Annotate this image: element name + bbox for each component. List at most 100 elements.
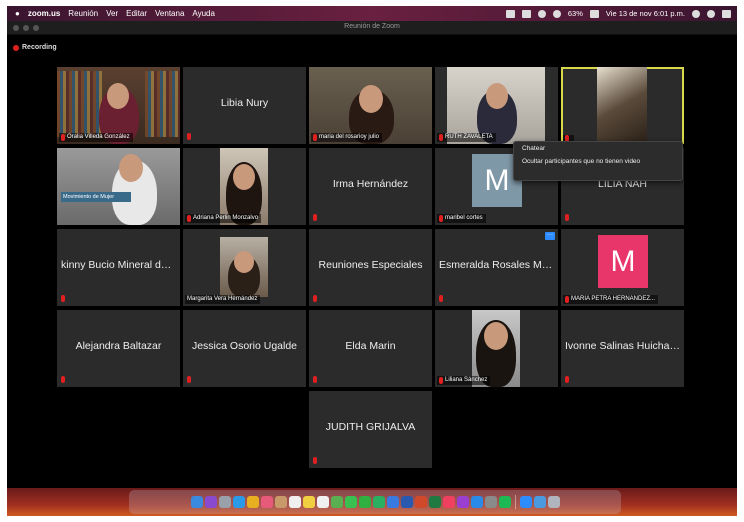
mic-muted-icon [565,296,569,303]
participant-display-name: Alejandra Baltazar [75,340,162,352]
menu-ver[interactable]: Ver [106,9,118,18]
notification-center-icon[interactable] [722,9,731,18]
participant-tile[interactable]: Adriana Perlin Monzalvo [183,148,306,225]
reminders-icon[interactable] [316,496,329,508]
participant-name: Adriana Perlin Monzalvo [193,215,259,221]
participant-display-name: Irma Hernández [332,178,409,190]
menu-ayuda[interactable]: Ayuda [192,9,215,18]
menu-item-chat[interactable]: Chatear [514,142,682,155]
menu-editar[interactable]: Editar [126,9,147,18]
mic-muted-icon [61,295,65,302]
wifi-icon[interactable] [552,9,561,18]
window-title-bar: Reunión de Zoom [7,21,737,35]
mic-muted-icon [439,215,443,222]
calendar-icon[interactable] [288,496,301,508]
clock[interactable]: Vie 13 de nov 6:01 p.m. [606,9,685,18]
mic-muted-icon [313,457,317,464]
participant-tile[interactable]: Irma Hernández [309,148,432,225]
mic-muted-icon [565,214,569,221]
participant-tile[interactable]: maria del rosarioy julio [309,67,432,144]
keynote-icon[interactable] [386,496,399,508]
participant-tile[interactable]: RUTH ZAVALETA [435,67,558,144]
mic-muted-icon [313,376,317,383]
contacts-icon[interactable] [274,496,287,508]
facetime-icon[interactable] [358,496,371,508]
spotlight-search-icon[interactable] [692,9,700,18]
participant-name-label: Adriana Perlin Monzalvo [185,214,262,223]
recording-label: Recording [22,44,57,51]
downloads-folder-icon[interactable] [533,496,546,508]
participant-tile[interactable]: M MARIA PETRA HERNANDEZ... [561,229,684,306]
battery-percent[interactable]: 63% [568,9,583,18]
maps-icon[interactable] [330,496,343,508]
avatar-initial: M [484,163,510,197]
mic-muted-icon [313,295,317,302]
mic-muted-icon [187,376,191,383]
participant-video [220,237,268,297]
bluetooth-icon[interactable] [537,9,546,18]
participant-tile[interactable]: Ivonne Salinas Huichap... [561,310,684,387]
menu-ventana[interactable]: Ventana [155,9,184,18]
mic-muted-icon [187,215,191,222]
chrome-icon[interactable] [246,496,259,508]
trash-icon[interactable] [547,496,560,508]
participant-tile[interactable]: Libia Nury [183,67,306,144]
participant-display-name: Libia Nury [220,97,269,109]
dock [129,490,621,514]
participant-tile[interactable]: ··· Esmeralda Rosales Min... [435,229,558,306]
powerpoint-icon[interactable] [414,496,427,508]
airplay-icon[interactable] [521,9,531,18]
participant-tile[interactable]: Liliana Sánchez [435,310,558,387]
zoom-dock-icon[interactable] [519,496,532,508]
participant-tile[interactable]: Elda Marin [309,310,432,387]
participant-tile[interactable]: Reuniones Especiales [309,229,432,306]
menu-reunion[interactable]: Reunión [68,9,98,18]
app-store-icon[interactable] [470,496,483,508]
excel-icon[interactable] [428,496,441,508]
podcasts-icon[interactable] [456,496,469,508]
zoom-status-icon[interactable] [505,9,515,18]
mic-muted-icon [313,214,317,221]
participant-name-label: Margarita Vera Hernández [185,295,261,304]
recording-dot-icon [13,44,19,51]
participant-tile[interactable]: Jessica Osorio Ugalde [183,310,306,387]
numbers-icon[interactable] [372,496,385,508]
system-preferences-icon[interactable] [484,496,497,508]
notes-icon[interactable] [302,496,315,508]
mic-muted-icon [439,377,443,384]
safari-icon[interactable] [232,496,245,508]
participant-name: Oralia Villeda González [67,134,130,140]
menu-bar: ● zoom.us Reunión Ver Editar Ventana Ayu… [7,6,737,21]
participant-tile[interactable]: Oralia Villeda González [57,67,180,144]
messages-icon[interactable] [344,496,357,508]
battery-icon[interactable] [589,9,599,18]
finder-icon[interactable] [190,496,203,508]
more-options-icon[interactable]: ··· [545,232,555,240]
participant-tile[interactable]: Alejandra Baltazar [57,310,180,387]
recording-indicator[interactable]: Recording [13,44,57,51]
participant-tile-active-speaker[interactable] [561,67,684,144]
participant-name: MARIA PETRA HERNANDEZ... [571,296,656,302]
photos-icon[interactable] [260,496,273,508]
participant-context-menu: Chatear Ocultar participantes que no tie… [513,141,683,181]
participant-name: maribel cortes [445,215,483,221]
participant-display-name: Esmeralda Rosales Min... [439,259,554,271]
participant-video [597,67,647,144]
spotify-icon[interactable] [498,496,511,508]
participant-tile[interactable]: Movimiento de Mujer [57,148,180,225]
word-icon[interactable] [400,496,413,508]
siri-icon[interactable] [707,9,715,18]
window-title: Reunión de Zoom [344,23,400,30]
menu-item-hide-non-video[interactable]: Ocultar participantes que no tienen vide… [514,155,682,168]
launchpad-icon[interactable] [218,496,231,508]
participant-name: Margarita Vera Hernández [187,296,258,302]
mic-muted-icon [187,133,191,140]
participant-tile[interactable]: JUDITH GRIJALVA [309,391,432,468]
mic-muted-icon [61,134,65,141]
participant-tile[interactable]: kinny Bucio Mineral de l... [57,229,180,306]
apple-icon[interactable]: ● [15,9,20,18]
music-icon[interactable] [442,496,455,508]
menu-app-name[interactable]: zoom.us [28,9,60,18]
siri-dock-icon[interactable] [204,496,217,508]
participant-tile[interactable]: Margarita Vera Hernández [183,229,306,306]
